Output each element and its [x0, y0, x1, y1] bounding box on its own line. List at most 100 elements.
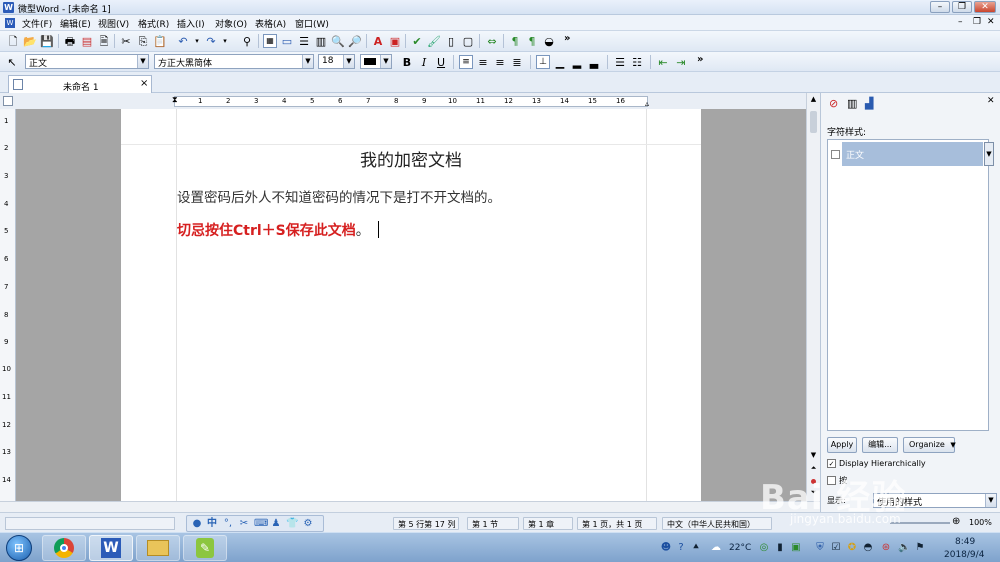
menu-insert[interactable]: 插入(I)	[173, 16, 209, 31]
new-document-icon[interactable]: 🗋	[6, 34, 20, 48]
styles-formatting-icon[interactable]: ▟	[865, 97, 879, 111]
table-icon[interactable]: ▥	[314, 34, 328, 48]
taskbar-app[interactable]: ✎	[183, 535, 227, 561]
zoom-fit-icon[interactable]: 🔎	[348, 34, 362, 48]
database-icon[interactable]: ◒	[542, 34, 556, 48]
tab-document[interactable]: 未命名 1 ×	[8, 75, 152, 93]
zoom-in-icon[interactable]: ⊕	[952, 516, 960, 527]
organize-button[interactable]: Organize ▼	[903, 437, 956, 453]
tray-shield-icon[interactable]: ⛨	[814, 542, 826, 554]
tray-antivirus-icon[interactable]: ⊛	[880, 542, 892, 554]
tray-check-icon[interactable]: ☑	[830, 542, 842, 554]
close-button[interactable]: ✕	[974, 1, 996, 13]
bold-icon[interactable]: B	[400, 55, 414, 69]
undo-icon[interactable]: ↶	[176, 34, 190, 48]
apply-button[interactable]: Apply	[827, 437, 857, 453]
menu-view[interactable]: 视图(V)	[94, 16, 133, 31]
decrease-indent-icon[interactable]: ⇤	[656, 55, 670, 69]
clock-date[interactable]: 2018/9/4	[944, 550, 984, 560]
bullet-list-icon[interactable]: ☰	[613, 55, 627, 69]
font-color-select[interactable]: ▼	[360, 54, 392, 69]
zoom-level[interactable]: 100%	[969, 518, 992, 527]
ime-language-toggle[interactable]: 中	[206, 518, 218, 530]
tray-app-icon[interactable]: ▣	[790, 542, 802, 554]
font-size-select[interactable]: 18 ▼	[318, 54, 355, 69]
ime-keyboard-icon[interactable]: ⌨	[254, 518, 268, 530]
horizontal-ruler[interactable]: ⧗ ▵ 1 2 3 4 5 6 7 8 9 10 11 12 13 14 15 …	[172, 95, 649, 108]
undo-dropdown-icon[interactable]: ▾	[190, 34, 204, 48]
tray-star-icon[interactable]: ✪	[846, 542, 858, 554]
text-color-icon[interactable]: A	[371, 34, 385, 48]
spellcheck-icon[interactable]: ✔	[410, 34, 424, 48]
menu-file[interactable]: 文件(F)	[18, 16, 56, 31]
valign-middle-icon[interactable]: ▂	[570, 55, 584, 69]
tray-user-icon[interactable]: ☻	[660, 542, 672, 554]
paragraph-marks-icon[interactable]: ¶	[508, 34, 522, 48]
indent-marker[interactable]: ⧗	[172, 95, 178, 105]
tray-security-icon[interactable]: ◎	[758, 542, 770, 554]
tab-close-icon[interactable]: ×	[140, 78, 148, 89]
ime-skin-icon[interactable]: 👕	[286, 518, 298, 530]
underline-icon[interactable]: U	[434, 55, 448, 69]
menu-window[interactable]: 窗口(W)	[291, 16, 333, 31]
redo-icon[interactable]: ↷	[204, 34, 218, 48]
style-list[interactable]: 正文 ▼	[827, 139, 994, 431]
mdi-restore-icon[interactable]: ❐	[973, 17, 981, 27]
weather-icon[interactable]: ☁	[710, 542, 722, 554]
format-painter-icon[interactable]: 🖌	[427, 34, 441, 48]
tray-help-icon[interactable]: ?	[675, 542, 687, 554]
frame-icon[interactable]: ▢	[461, 34, 475, 48]
scroll-down-icon[interactable]: ▼	[808, 451, 819, 461]
tab-stop-selector[interactable]	[3, 96, 13, 106]
toolbar-overflow-icon[interactable]: »	[697, 54, 703, 65]
align-center-icon[interactable]: ≡	[476, 55, 490, 69]
columns-icon[interactable]: ▯	[444, 34, 458, 48]
increase-indent-icon[interactable]: ⇥	[674, 55, 688, 69]
copy-icon[interactable]: ⎘	[136, 34, 150, 48]
tray-chat-icon[interactable]: ◓	[862, 542, 874, 554]
ime-toolbar[interactable]: ● 中 °, ✂ ⌨ ♟ 👕 ⚙	[186, 515, 324, 532]
horizontal-scrollbar[interactable]	[0, 501, 820, 512]
document-icon[interactable]: W	[5, 18, 15, 28]
mdi-close-icon[interactable]: ✕	[987, 17, 995, 27]
ime-settings-icon[interactable]: ⚙	[302, 518, 314, 530]
insert-image-icon[interactable]: ▣	[388, 34, 402, 48]
tray-flag-icon[interactable]: ⚑	[914, 542, 926, 554]
zoom-icon[interactable]: 🔍	[331, 34, 345, 48]
save-icon[interactable]: 💾	[40, 34, 54, 48]
mdi-minimize-icon[interactable]: –	[958, 17, 963, 27]
cut-icon[interactable]: ✂	[119, 34, 133, 48]
navigator-icon[interactable]: ⇔	[485, 34, 499, 48]
valign-baseline-icon[interactable]: ▃	[587, 55, 601, 69]
taskbar-chrome[interactable]	[42, 535, 86, 561]
menu-object[interactable]: 对象(O)	[211, 16, 251, 31]
align-right-icon[interactable]: ≡	[493, 55, 507, 69]
numbered-list-icon[interactable]: ☷	[630, 55, 644, 69]
valign-top-icon[interactable]: ⊥	[536, 55, 550, 69]
ime-logo-icon[interactable]: ●	[191, 518, 203, 530]
panel-close-icon[interactable]: ✕	[987, 96, 995, 106]
style-item-normal[interactable]: 正文	[842, 142, 983, 166]
find-binoculars-icon[interactable]: ⚲	[240, 34, 254, 48]
pointer-icon[interactable]: ↖	[5, 55, 19, 69]
menu-table[interactable]: 表格(A)	[251, 16, 290, 31]
gallery-icon[interactable]: ▥	[847, 97, 861, 111]
italic-icon[interactable]: I	[417, 55, 431, 69]
clock-time[interactable]: 8:49	[955, 537, 975, 547]
toolbar-overflow-icon[interactable]: »	[564, 33, 570, 44]
tray-network-icon[interactable]: ▮	[774, 542, 786, 554]
ime-punctuation-icon[interactable]: °,	[222, 518, 234, 530]
document-canvas[interactable]: 我的加密文档 设置密码后外人不知道密码的情况下是打不开文档的。 切忌按住Ctrl…	[16, 109, 806, 501]
justify-icon[interactable]: ≣	[510, 55, 524, 69]
scroll-thumb[interactable]	[810, 111, 817, 133]
page-view-icon[interactable]: ▦	[263, 34, 277, 48]
restore-button[interactable]: ❐	[952, 1, 972, 13]
pdf-export-icon[interactable]: ▤	[80, 34, 94, 48]
menu-format[interactable]: 格式(R)	[134, 16, 173, 31]
chevron-down-icon[interactable]: ▼	[984, 142, 994, 166]
vertical-scrollbar[interactable]: ▲ ▼ ⏶ ⏷	[806, 93, 820, 501]
open-folder-icon[interactable]: 📂	[23, 34, 37, 48]
styles-icon[interactable]: ¶	[525, 34, 539, 48]
valign-bottom-icon[interactable]: ▁	[553, 55, 567, 69]
tray-arrow-icon[interactable]: ⯅	[690, 542, 702, 554]
